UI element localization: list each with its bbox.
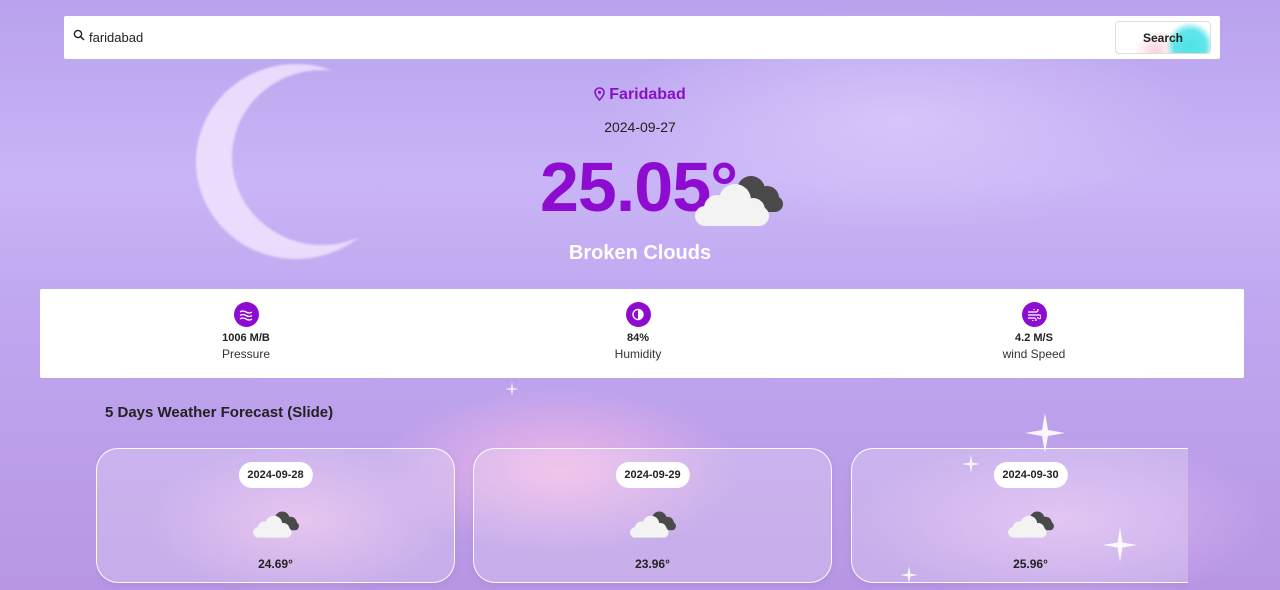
location-name: Faridabad — [609, 86, 686, 103]
broken-clouds-icon — [629, 511, 676, 538]
wind-speed-label: wind Speed — [1002, 347, 1066, 361]
pressure-value: 1006 M/B — [222, 332, 270, 344]
stat-pressure: 1006 M/B Pressure — [146, 289, 346, 361]
current-date: 2024-09-27 — [604, 119, 676, 135]
waves-icon — [233, 302, 259, 327]
search-icon — [73, 29, 85, 41]
location-label: Faridabad — [0, 86, 1280, 104]
pressure-label: Pressure — [221, 347, 271, 361]
humidity-value: 84% — [626, 332, 650, 344]
droplet-icon — [625, 302, 651, 327]
stat-wind-speed: 4.2 M/S wind Speed — [934, 289, 1134, 361]
forecast-title: 5 Days Weather Forecast (Slide) — [105, 404, 334, 421]
forecast-slider[interactable]: 2024-09-28 24.69° 2024-09-29 23.96° 2024… — [96, 447, 1188, 590]
forecast-card[interactable]: 2024-09-28 24.69° — [96, 448, 455, 583]
location-pin-icon — [594, 87, 606, 101]
broken-clouds-icon — [1007, 511, 1054, 538]
humidity-label: Humidity — [614, 347, 662, 361]
broken-clouds-icon — [695, 176, 783, 226]
weather-condition: Broken Clouds — [568, 242, 712, 264]
forecast-date: 2024-09-30 — [993, 462, 1068, 488]
forecast-date: 2024-09-29 — [615, 462, 690, 488]
wind-speed-value: 4.2 M/S — [1015, 332, 1053, 344]
search-input[interactable] — [89, 26, 1089, 48]
sparkle-decoration — [505, 382, 519, 396]
stats-panel: 1006 M/B Pressure 84% Humidity 4.2 M/S w… — [40, 289, 1244, 378]
stat-humidity: 84% Humidity — [538, 289, 738, 361]
forecast-temp: 23.96° — [635, 557, 670, 571]
broken-clouds-icon — [252, 511, 299, 538]
search-bar: Search — [64, 16, 1220, 59]
forecast-date: 2024-09-28 — [238, 462, 313, 488]
forecast-card[interactable]: 2024-09-29 23.96° — [473, 448, 832, 583]
wind-icon — [1021, 302, 1047, 327]
forecast-temp: 24.69° — [258, 557, 293, 571]
search-button[interactable]: Search — [1115, 21, 1211, 54]
forecast-temp: 25.96° — [1013, 557, 1048, 571]
forecast-card[interactable]: 2024-09-30 25.96° — [851, 448, 1188, 583]
